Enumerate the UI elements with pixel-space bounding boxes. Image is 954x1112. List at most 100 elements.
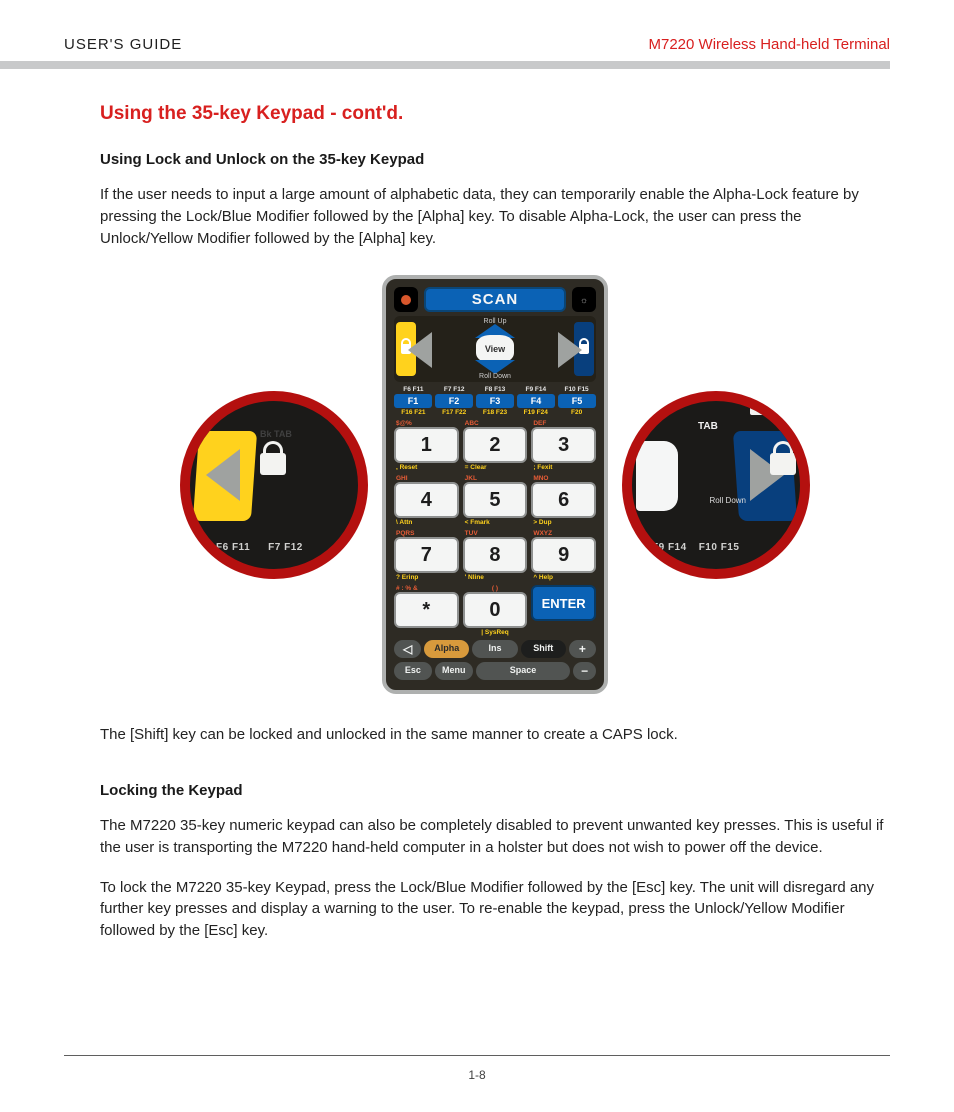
key-sub-label: < Fmark — [463, 518, 528, 526]
adjacent-key — [636, 441, 678, 511]
zoom-right-lock: TAB Roll Down F9 F14 F10 F15 — [622, 391, 810, 579]
num-cell: ENTER — [531, 585, 596, 636]
zoom-left-unlock: Bk TAB F6 F11 F7 F12 — [180, 391, 368, 579]
unlock-icon — [750, 395, 766, 415]
power-key — [394, 287, 418, 312]
left-arrow-key — [408, 332, 432, 368]
key-alpha-label: MNO — [533, 475, 548, 482]
keypad-figure-row: Bk TAB F6 F11 F7 F12 SCAN ☼ Roll Up — [100, 275, 890, 694]
subsection-locking-keypad-heading: Locking the Keypad — [100, 782, 890, 799]
page-header: USER'S GUIDE M7220 Wireless Hand-held Te… — [64, 36, 890, 53]
num-key-3: 3 — [531, 427, 596, 463]
section-title: Using the 35-key Keypad - cont'd. — [100, 103, 890, 125]
num-cell: PQRS7? Erinp — [394, 530, 459, 581]
fn-label: F18 F23 — [476, 409, 515, 416]
key-alpha-label: ( ) — [492, 585, 498, 592]
key-alpha-label: JKL — [465, 475, 477, 482]
fn-key: F3 — [476, 394, 514, 408]
num-key-9: 9 — [531, 537, 596, 573]
light-key: ☼ — [572, 287, 596, 312]
bottom-row-1: ◁ Alpha Ins Shift + — [394, 640, 596, 658]
num-key-0: 0 — [463, 592, 528, 628]
num-key-2: 2 — [463, 427, 528, 463]
fn-label: F7 F12 — [435, 386, 474, 393]
paragraph-shift-caps: The [Shift] key can be locked and unlock… — [100, 724, 890, 746]
subsection-lock-unlock-heading: Using Lock and Unlock on the 35-key Keyp… — [100, 151, 890, 168]
numeric-keys: $@%1, Reset ABC2= Clear DEF3; Fexit GHI4… — [394, 420, 596, 636]
fn-labels-top: F6 F11 F7 F12 F8 F13 F9 F14 F10 F15 — [394, 386, 596, 393]
num-cell: MNO6> Dup — [531, 475, 596, 526]
num-key-6: 6 — [531, 482, 596, 518]
nav-cluster: Roll Up View Roll Down — [394, 316, 596, 382]
left-arrow-key — [206, 449, 240, 501]
right-arrow-key — [558, 332, 582, 368]
paragraph-locking-2: To lock the M7220 35-key Keypad, press t… — [100, 877, 890, 942]
plus-key: + — [569, 640, 596, 658]
num-cell: DEF3; Fexit — [531, 420, 596, 471]
key-alpha-label: PQRS — [396, 530, 414, 537]
key-sub-label: = Clear — [463, 463, 528, 471]
header-right: M7220 Wireless Hand-held Terminal — [649, 36, 891, 53]
down-arrow-key — [475, 360, 515, 374]
key-alpha-label: DEF — [533, 420, 546, 427]
key-alpha-label: WXYZ — [533, 530, 552, 537]
fn-labels-bottom: F16 F21 F17 F22 F18 F23 F19 F24 F20 — [394, 409, 596, 416]
roll-down-label: Roll Down — [710, 497, 746, 505]
bottom-row-2: Esc Menu Space − — [394, 662, 596, 680]
fn-label: F8 F13 — [476, 386, 515, 393]
num-key-star: * — [394, 592, 459, 628]
footer-divider — [64, 1055, 890, 1056]
left-fn-labels: F6 F11 F7 F12 — [216, 542, 303, 553]
menu-key: Menu — [435, 662, 473, 680]
keypad-full: SCAN ☼ Roll Up View Roll Down F6 F11 — [382, 275, 608, 694]
document-page: USER'S GUIDE M7220 Wireless Hand-held Te… — [0, 0, 954, 1112]
num-cell: TUV8' Nline — [463, 530, 528, 581]
num-key-4: 4 — [394, 482, 459, 518]
header-divider — [0, 61, 890, 69]
esc-key: Esc — [394, 662, 432, 680]
fn-key: F4 — [517, 394, 555, 408]
enter-key: ENTER — [531, 585, 596, 621]
shift-key: Shift — [521, 640, 566, 658]
page-number: 1-8 — [468, 1068, 485, 1082]
key-sub-label: ? Erinp — [394, 573, 459, 581]
ins-key: Ins — [472, 640, 517, 658]
key-sub-label: ; Fexit — [531, 463, 596, 471]
num-key-5: 5 — [463, 482, 528, 518]
header-left: USER'S GUIDE — [64, 36, 182, 53]
paragraph-lock-unlock: If the user needs to input a large amoun… — [100, 184, 890, 249]
num-cell: JKL5< Fmark — [463, 475, 528, 526]
bk-tab-label: Bk TAB — [260, 429, 292, 439]
num-cell: # : % &* — [394, 585, 459, 636]
minus-key: − — [573, 662, 596, 680]
fn-label: F6 F11 — [394, 386, 433, 393]
key-alpha-label: $@% — [396, 420, 412, 427]
scan-key: SCAN — [424, 287, 566, 312]
num-cell: GHI4\ Attn — [394, 475, 459, 526]
key-sub-label: ' Nline — [463, 573, 528, 581]
fn-label: F10 F15 — [699, 542, 740, 553]
fn-label: F10 F15 — [557, 386, 596, 393]
alpha-key: Alpha — [424, 640, 469, 658]
fn-label: F16 F21 — [394, 409, 433, 416]
unlock-icon — [260, 453, 286, 475]
num-key-8: 8 — [463, 537, 528, 573]
fn-label: F19 F24 — [516, 409, 555, 416]
power-icon — [401, 295, 411, 305]
num-cell: WXYZ9^ Help — [531, 530, 596, 581]
fn-label: F6 F11 — [216, 542, 250, 553]
key-sub-label: ^ Help — [531, 573, 596, 581]
key-sub-label — [394, 628, 459, 629]
key-sub-label: | SysReq — [463, 628, 528, 636]
num-key-1: 1 — [394, 427, 459, 463]
num-cell: ( )0| SysReq — [463, 585, 528, 636]
fn-key: F1 — [394, 394, 432, 408]
key-sub-label: > Dup — [531, 518, 596, 526]
view-key: View — [476, 335, 514, 363]
fn-label: F17 F22 — [435, 409, 474, 416]
fn-key: F5 — [558, 394, 596, 408]
num-cell: ABC2= Clear — [463, 420, 528, 471]
right-fn-labels: F9 F14 F10 F15 — [652, 542, 739, 553]
tab-label: TAB — [698, 421, 718, 432]
key-alpha-label: GHI — [396, 475, 408, 482]
